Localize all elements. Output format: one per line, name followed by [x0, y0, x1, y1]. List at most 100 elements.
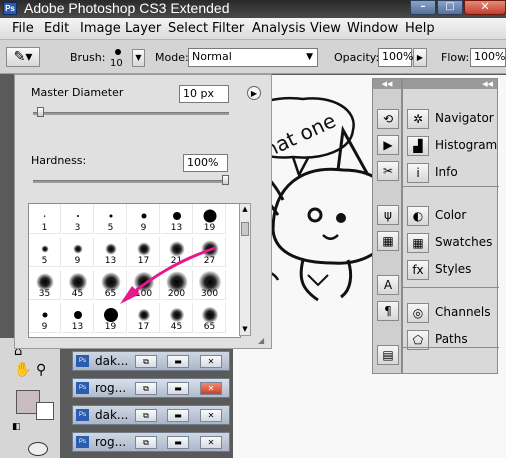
brush-preset[interactable]: 13 [161, 204, 193, 234]
minimize-button[interactable]: ▬ [167, 409, 189, 422]
hand-tool-icon[interactable]: ✋ [14, 362, 34, 380]
brush-tool-preset-button[interactable]: ✎▾ [6, 47, 40, 67]
document-tab[interactable]: Ps dak... ⧉ ▬ ✕ [72, 405, 230, 425]
restore-button[interactable]: ⧉ [135, 436, 157, 449]
panel-item-channels[interactable]: ◎ Channels [407, 301, 497, 325]
master-diameter-slider[interactable] [33, 112, 229, 115]
document-tab[interactable]: Ps rog... ⧉ ▬ ✕ [72, 432, 230, 452]
panel-item-paths[interactable]: ⬠ Paths [407, 328, 497, 352]
brush-preset[interactable]: 19 [194, 204, 226, 234]
photoshop-logo-icon: Ps [3, 2, 17, 15]
hardness-input[interactable]: 100% [183, 154, 228, 172]
scrollbar-thumb[interactable] [241, 222, 249, 236]
brush-picker-dropdown-button[interactable]: ▼ [132, 49, 145, 67]
brush-preset[interactable]: 3 [62, 204, 94, 234]
hardness-slider-thumb[interactable] [222, 175, 229, 185]
brush-size-value: 10 [110, 58, 123, 69]
actions-icon[interactable]: ▶ [377, 135, 399, 155]
menu-layer[interactable]: Layer [125, 21, 161, 36]
close-button[interactable]: ✕ [200, 355, 222, 368]
brush-grid-scrollbar[interactable]: ▲ ▼ [239, 203, 251, 336]
restore-button[interactable]: ⧉ [135, 409, 157, 422]
brush-preview[interactable]: 10 [108, 44, 128, 72]
background-color-swatch[interactable] [36, 402, 54, 420]
brush-preset[interactable]: 5 [95, 204, 127, 234]
swatches-icon: ▦ [407, 233, 429, 253]
menu-window[interactable]: Window [347, 21, 398, 36]
close-button[interactable]: ✕ [200, 382, 222, 395]
document-tab[interactable]: Ps rog... ⧉ ▬ ✕ [72, 378, 230, 398]
title-bar: Ps Adobe Photoshop CS3 Extended – □ ✕ [0, 0, 506, 18]
zoom-tool-icon[interactable]: ⚲ [36, 362, 56, 380]
restore-button[interactable]: ⧉ [135, 355, 157, 368]
paragraph-icon[interactable]: ¶ [377, 301, 399, 321]
document-name: rog... [95, 381, 127, 395]
panel-item-color[interactable]: ◐ Color [407, 204, 497, 228]
picker-menu-button[interactable]: ▶ [247, 86, 261, 100]
brush-tip-icon [73, 244, 82, 254]
brush-preset[interactable]: 13 [62, 303, 94, 333]
quick-mask-icon[interactable] [28, 442, 48, 456]
panel-item-swatches[interactable]: ▦ Swatches [407, 231, 497, 255]
menu-edit[interactable]: Edit [44, 21, 69, 36]
strip-collapse-icon[interactable]: ◀◀ [373, 79, 401, 89]
minimize-button[interactable]: ▬ [167, 436, 189, 449]
menu-view[interactable]: View [310, 21, 341, 36]
minimize-button[interactable]: ▬ [167, 382, 189, 395]
document-tab[interactable]: Ps dak... ⧉ ▬ ✕ [72, 351, 230, 371]
panel-item-label: Paths [435, 332, 468, 346]
master-diameter-input[interactable]: 10 px [179, 85, 229, 103]
restore-button[interactable]: ⧉ [135, 382, 157, 395]
character-icon[interactable]: A [377, 275, 399, 295]
tool-presets-icon[interactable]: ✂ [377, 161, 399, 181]
brush-tip-icon [36, 273, 53, 291]
scroll-up-icon[interactable]: ▲ [241, 205, 249, 213]
menu-file[interactable]: File [12, 21, 34, 36]
brush-size-label: 5 [41, 256, 48, 266]
panel-item-info[interactable]: i Info [407, 161, 497, 185]
panel-item-navigator[interactable]: ✲ Navigator [407, 107, 497, 131]
brush-preset[interactable]: 5 [29, 237, 61, 267]
brush-preset[interactable]: 9 [128, 204, 160, 234]
menu-image[interactable]: Image [80, 21, 121, 36]
resize-grip-icon[interactable]: ◢ [258, 336, 268, 346]
close-button[interactable]: ✕ [464, 0, 506, 15]
hardness-slider[interactable] [33, 180, 229, 183]
menu-select[interactable]: Select [168, 21, 208, 36]
clone-source-icon[interactable]: ▦ [377, 231, 399, 251]
minimize-button[interactable]: ▬ [167, 355, 189, 368]
minimize-icon: ▬ [174, 384, 182, 393]
brush-size-label: 3 [74, 223, 81, 233]
mode-select[interactable]: Normal ▼ [188, 48, 318, 67]
opacity-slider-button[interactable]: ▶ [413, 48, 427, 67]
brush-preset[interactable]: 35 [29, 270, 61, 300]
brush-preset[interactable]: 9 [62, 237, 94, 267]
minimize-icon: ▬ [174, 438, 182, 447]
brushes-icon[interactable]: ψ [377, 205, 399, 225]
scroll-down-icon[interactable]: ▼ [241, 325, 249, 333]
history-icon[interactable]: ⟲ [377, 109, 399, 129]
dock-collapse-icon[interactable]: ◀◀ [403, 79, 497, 89]
layer-comps-icon[interactable]: ▤ [377, 345, 399, 365]
brush-preset[interactable]: 45 [62, 270, 94, 300]
panel-item-styles[interactable]: fx Styles [407, 258, 497, 282]
menu-analysis[interactable]: Analysis [252, 21, 306, 36]
brush-preset[interactable]: 1 [29, 204, 61, 234]
flow-input[interactable]: 100% [470, 48, 506, 67]
photoshop-doc-icon: Ps [76, 355, 89, 367]
opacity-input[interactable]: 100% [378, 48, 413, 67]
document-name: dak... [95, 354, 129, 368]
close-button[interactable]: ✕ [200, 409, 222, 422]
minimize-button[interactable]: – [410, 0, 436, 15]
close-button[interactable]: ✕ [200, 436, 222, 449]
default-colors-icon[interactable]: ◧ [12, 422, 24, 434]
photoshop-doc-icon: Ps [76, 436, 89, 448]
menu-filter[interactable]: Filter [212, 21, 244, 36]
photoshop-doc-icon: Ps [76, 409, 89, 421]
menu-help[interactable]: Help [405, 21, 435, 36]
brush-preset[interactable]: 9 [29, 303, 61, 333]
master-diameter-slider-thumb[interactable] [36, 107, 44, 117]
maximize-button[interactable]: □ [437, 0, 463, 15]
panel-group-divider [403, 347, 499, 348]
panel-item-histogram[interactable]: ▟ Histogram [407, 134, 497, 158]
